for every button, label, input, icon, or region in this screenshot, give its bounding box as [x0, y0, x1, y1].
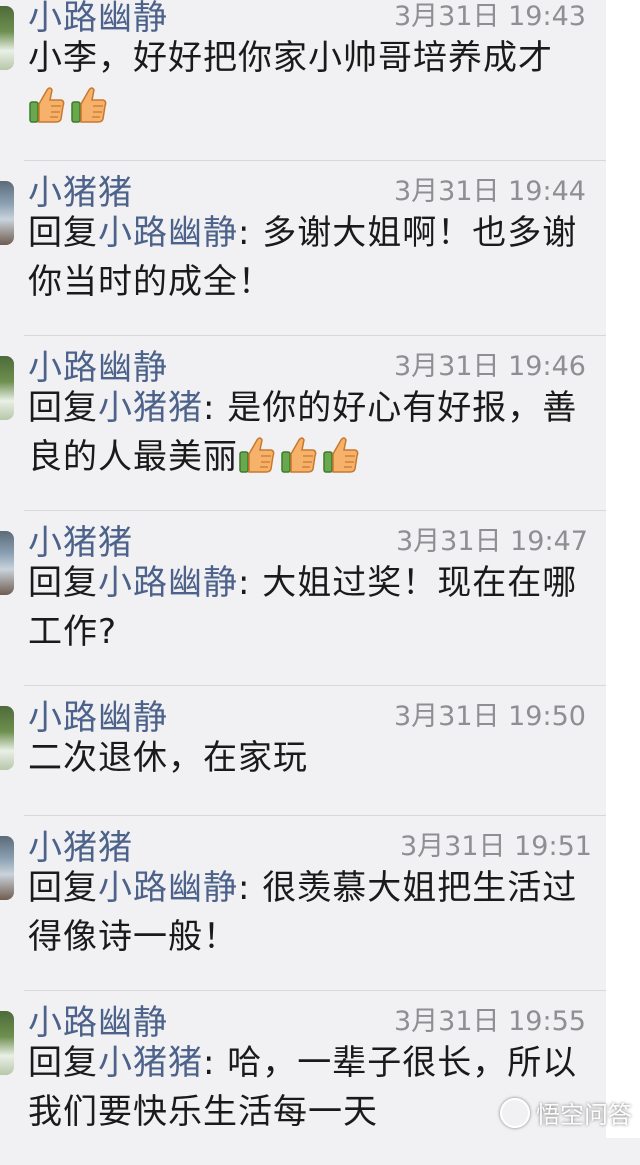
comment-text: 回复小路幽静: 多谢大姐啊！也多谢你当时的成全！: [28, 209, 588, 307]
watermark-text: 悟空问答: [536, 1101, 632, 1129]
author-name[interactable]: 小猪猪: [28, 820, 133, 869]
thumbs-up-icon: [323, 437, 359, 473]
divider: [24, 990, 606, 991]
thumbs-up-icon: [29, 87, 65, 123]
reply-target-name[interactable]: 小猪猪: [98, 1043, 203, 1083]
watermark: 悟空问答: [500, 1095, 632, 1130]
reply-prefix: 回复: [28, 868, 98, 908]
thumbs-up-icon: [71, 87, 107, 123]
wukong-logo-icon: [500, 1097, 530, 1128]
avatar[interactable]: [0, 356, 14, 420]
avatar[interactable]: [0, 706, 14, 770]
comment-item[interactable]: 小路幽静 3月31日 19:43 小李，好好把你家小帅哥培养成才: [0, 0, 606, 160]
message-body: 二次退休，在家玩: [28, 738, 308, 778]
author-name[interactable]: 小路幽静: [28, 690, 168, 739]
reply-target-name[interactable]: 小猪猪: [98, 388, 203, 428]
author-name[interactable]: 小路幽静: [28, 995, 168, 1044]
thumbs-up-icon: [239, 437, 275, 473]
avatar[interactable]: [0, 531, 14, 595]
reply-prefix: 回复: [28, 563, 98, 603]
author-name[interactable]: 小猪猪: [28, 165, 133, 214]
comment-item[interactable]: 小路幽静 3月31日 19:55 回复小猪猪: 哈，一辈子很长，所以我们要快乐生活每…: [0, 995, 606, 1165]
divider: [24, 815, 606, 816]
reply-target-name[interactable]: 小路幽静: [98, 563, 238, 603]
reply-prefix: 回复: [28, 388, 98, 428]
timestamp: 3月31日 19:43: [394, 1, 586, 32]
comment-item[interactable]: 小猪猪 3月31日 19:47 回复小路幽静: 大姐过奖！现在在哪工作?: [0, 515, 606, 685]
comment-item[interactable]: 小猪猪 3月31日 19:44 回复小路幽静: 多谢大姐啊！也多谢你当时的成全！: [0, 165, 606, 335]
avatar[interactable]: [0, 181, 14, 245]
comment-text: 回复小路幽静: 很羡慕大姐把生活过得像诗一般！: [28, 864, 588, 962]
comment-text: 二次退休，在家玩: [28, 734, 588, 783]
divider: [24, 685, 606, 686]
comment-text: 小李，好好把你家小帅哥培养成才: [28, 34, 588, 132]
avatar[interactable]: [0, 6, 14, 70]
timestamp: 3月31日 19:50: [394, 701, 586, 732]
comment-item[interactable]: 小路幽静 3月31日 19:46 回复小猪猪: 是你的好心有好报，善良的人最美丽: [0, 340, 606, 510]
author-name[interactable]: 小猪猪: [28, 515, 133, 564]
divider: [24, 510, 606, 511]
timestamp: 3月31日 19:44: [394, 176, 586, 207]
divider: [24, 335, 606, 336]
comment-list: 小路幽静 3月31日 19:43 小李，好好把你家小帅哥培养成才小猪猪 3月31日 1…: [0, 0, 606, 1138]
comment-item[interactable]: 小猪猪 3月31日 19:51 回复小路幽静: 很羡慕大姐把生活过得像诗一般！: [0, 820, 606, 990]
reply-target-name[interactable]: 小路幽静: [98, 868, 238, 908]
avatar[interactable]: [0, 1011, 14, 1075]
message-body: 小李，好好把你家小帅哥培养成才: [28, 38, 553, 78]
divider: [24, 160, 606, 161]
comment-text: 回复小路幽静: 大姐过奖！现在在哪工作?: [28, 559, 588, 657]
thumbs-up-icon: [281, 437, 317, 473]
timestamp: 3月31日 19:55: [394, 1006, 586, 1037]
author-name[interactable]: 小路幽静: [28, 340, 168, 389]
right-margin: [606, 0, 640, 1138]
comment-text: 回复小猪猪: 是你的好心有好报，善良的人最美丽: [28, 384, 588, 482]
reply-prefix: 回复: [28, 213, 98, 253]
timestamp: 3月31日 19:46: [394, 351, 586, 382]
avatar[interactable]: [0, 836, 14, 900]
reply-prefix: 回复: [28, 1043, 98, 1083]
timestamp: 3月31日 19:47: [396, 526, 588, 557]
timestamp: 3月31日 19:51: [400, 831, 592, 862]
reply-target-name[interactable]: 小路幽静: [98, 213, 238, 253]
